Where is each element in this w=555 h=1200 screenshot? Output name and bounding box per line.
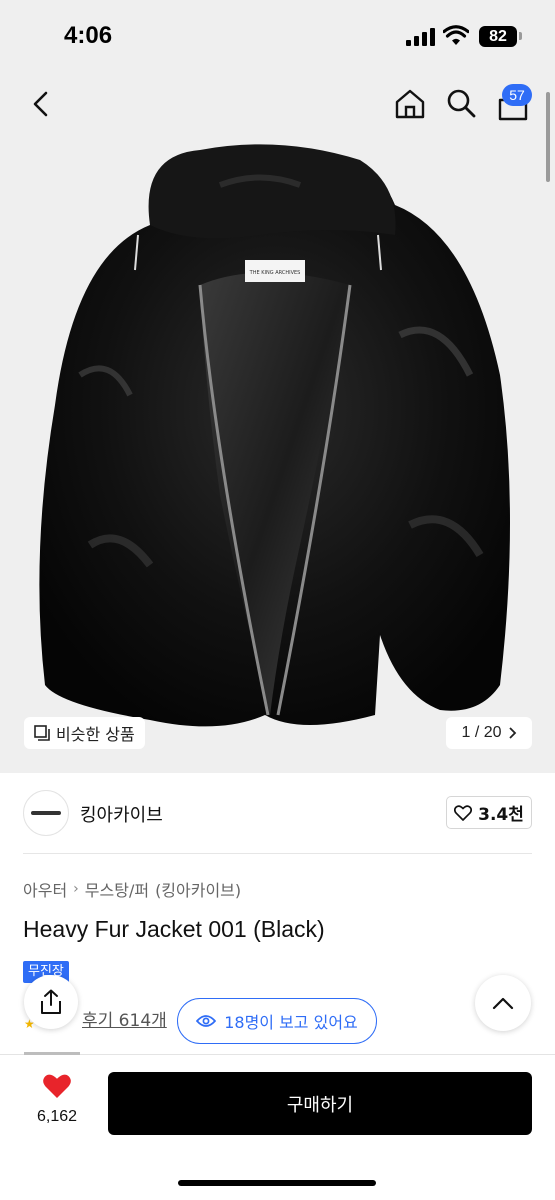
brand-name[interactable]: 킹아카이브 <box>80 801 163 827</box>
share-icon <box>41 989 61 1014</box>
battery-nub <box>519 32 522 40</box>
cart-count-badge: 57 <box>502 84 532 106</box>
product-image[interactable]: THE KING ARCHIVES <box>0 75 555 773</box>
breadcrumb-item[interactable]: (킹아카이브) <box>155 877 241 901</box>
heart-outline-icon <box>454 804 473 821</box>
similar-products-label: 비슷한 상품 <box>56 725 135 744</box>
scrollbar[interactable] <box>546 92 550 182</box>
product-title: Heavy Fur Jacket 001 (Black) <box>23 916 325 942</box>
breadcrumb-item[interactable]: 아우터 <box>23 877 67 901</box>
chevron-right-icon: › <box>73 881 79 897</box>
home-icon[interactable] <box>394 88 426 120</box>
wishlist-count: 6,162 <box>36 1108 78 1125</box>
pager-text: 1 / 20 <box>461 724 502 741</box>
search-icon[interactable] <box>446 88 476 118</box>
brand-like-button[interactable]: 3.4천 <box>446 796 532 829</box>
jacket-label: THE KING ARCHIVES <box>249 270 301 276</box>
share-button[interactable] <box>24 975 78 1029</box>
breadcrumb-item[interactable]: 무스탕/퍼 <box>85 877 149 901</box>
copy-icon <box>34 725 50 741</box>
brand-like-count: 3.4천 <box>478 805 524 825</box>
chevron-right-icon <box>508 727 516 739</box>
back-icon[interactable] <box>28 90 54 118</box>
image-pager[interactable]: 1 / 20 <box>446 717 532 749</box>
fur-jacket-illustration: THE KING ARCHIVES <box>39 144 510 727</box>
signal-icon <box>406 28 436 46</box>
heart-icon <box>43 1074 71 1098</box>
breadcrumb: 아우터 › 무스탕/퍼 (킹아카이브) <box>23 877 241 901</box>
status-bar: 4:06 82 <box>0 0 555 75</box>
tab-indicator <box>24 1052 80 1055</box>
viewers-badge: 18명이 보고 있어요 <box>177 998 377 1044</box>
home-indicator <box>178 1180 376 1186</box>
status-time: 4:06 <box>64 22 113 49</box>
scroll-to-top-button[interactable] <box>475 975 531 1031</box>
eye-icon <box>196 1015 217 1027</box>
similar-products-button[interactable]: 비슷한 상품 <box>24 717 145 749</box>
chevron-up-icon <box>492 997 514 1010</box>
review-count-link[interactable]: 후기 614개 <box>82 1006 167 1031</box>
wifi-icon <box>443 25 469 45</box>
battery-indicator: 82 <box>479 26 517 47</box>
viewers-text: 18명이 보고 있어요 <box>224 1013 358 1032</box>
buy-button[interactable]: 구매하기 <box>108 1072 532 1135</box>
brand-logo[interactable] <box>23 790 69 836</box>
divider <box>23 853 532 854</box>
